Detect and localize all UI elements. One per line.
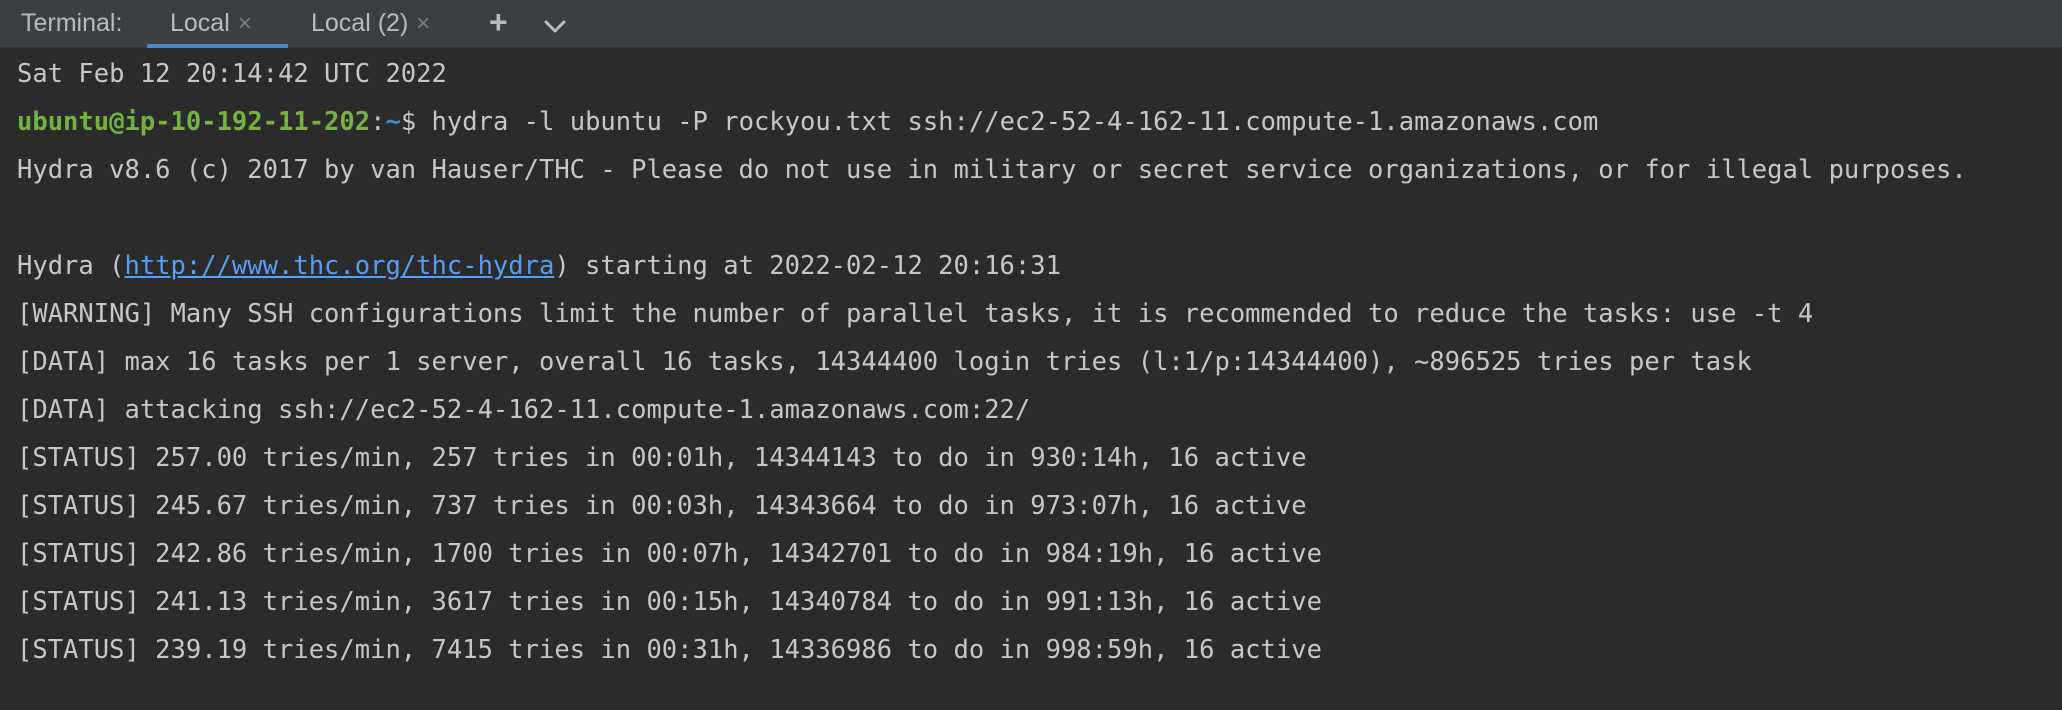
tab-local-2-label: Local (2): [311, 9, 409, 37]
tab-local-2[interactable]: Local (2) ×: [296, 0, 466, 48]
prompt-symbol: $: [400, 107, 432, 137]
status-line: [STATUS] 241.13 tries/min, 3617 tries in…: [17, 587, 1322, 617]
warning-line: [WARNING] Many SSH configurations limit …: [17, 299, 1814, 329]
status-line: [STATUS] 257.00 tries/min, 257 tries in …: [17, 443, 1307, 473]
prompt-user-host: ubuntu@ip-10-192-11-202: [17, 107, 371, 137]
data-line: [DATA] max 16 tasks per 1 server, overal…: [17, 347, 1752, 377]
prompt-line: ubuntu@ip-10-192-11-202:~$ hydra -l ubun…: [17, 98, 1598, 146]
start-prefix: Hydra (: [17, 251, 125, 281]
start-line: Hydra (http://www.thc.org/thc-hydra) sta…: [17, 242, 1061, 290]
prompt-colon: :: [370, 107, 386, 137]
start-suffix: ) starting at 2022-02-12 20:16:31: [554, 251, 1061, 281]
date-line: Sat Feb 12 20:14:42 UTC 2022: [17, 59, 447, 89]
tab-local-label: Local: [170, 9, 230, 37]
status-line: [STATUS] 239.19 tries/min, 7415 tries in…: [17, 635, 1322, 665]
close-icon[interactable]: ×: [238, 10, 252, 37]
tab-local[interactable]: Local ×: [147, 0, 288, 48]
plus-icon[interactable]: +: [489, 6, 508, 38]
chevron-down-icon[interactable]: [543, 12, 567, 36]
hydra-url-link[interactable]: http://www.thc.org/thc-hydra: [124, 251, 554, 281]
terminal-output[interactable]: Sat Feb 12 20:14:42 UTC 2022 ubuntu@ip-1…: [0, 48, 2062, 710]
hydra-banner: Hydra v8.6 (c) 2017 by van Hauser/THC - …: [17, 155, 1967, 185]
command-text: hydra -l ubuntu -P rockyou.txt ssh://ec2…: [431, 107, 1599, 137]
status-line: [STATUS] 242.86 tries/min, 1700 tries in…: [17, 539, 1322, 569]
terminal-tool-label: Terminal:: [21, 9, 123, 37]
terminal-tab-bar: Terminal: Local × Local (2) × +: [0, 0, 2062, 48]
prompt-path: ~: [385, 107, 401, 137]
data-line: [DATA] attacking ssh://ec2-52-4-162-11.c…: [17, 395, 1031, 425]
close-icon[interactable]: ×: [416, 10, 430, 37]
status-line: [STATUS] 245.67 tries/min, 737 tries in …: [17, 491, 1307, 521]
